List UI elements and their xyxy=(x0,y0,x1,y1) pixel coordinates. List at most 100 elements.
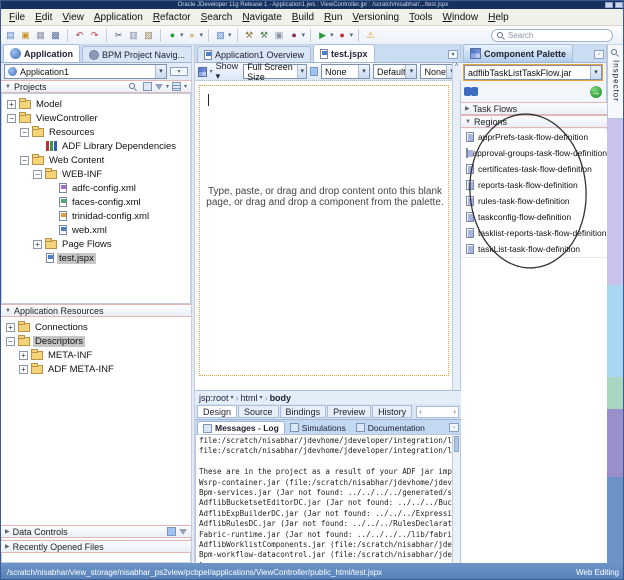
tree-row[interactable]: − Web Content xyxy=(2,153,190,167)
expand-icon[interactable]: + xyxy=(19,364,28,374)
palette-item[interactable]: certificates-task-flow-definition xyxy=(461,161,607,177)
debug-icon-dropdown[interactable]: ▾ xyxy=(350,31,354,39)
run-icon[interactable]: ▶ xyxy=(316,29,329,42)
tree-row[interactable]: test.jspx xyxy=(2,251,190,265)
palette-section-task-flows[interactable]: ▶ Task Flows xyxy=(461,102,607,115)
make-icon[interactable]: ▣ xyxy=(273,29,286,42)
application-selector-arrow-icon[interactable]: ▾ xyxy=(155,65,166,78)
tree-row[interactable]: + Page Flows xyxy=(2,237,190,251)
application-menu-button[interactable]: ▾ xyxy=(170,67,188,76)
expand-section-icon[interactable]: ▶ xyxy=(465,105,470,112)
log-tab-simulations[interactable]: Simulations xyxy=(285,421,351,434)
palette-item[interactable]: rules-task-flow-definition xyxy=(461,193,607,209)
tab-application1-overview[interactable]: Application1 Overview xyxy=(197,46,312,62)
tab-component-palette[interactable]: Component Palette xyxy=(463,44,574,62)
application-selector[interactable]: Application1 ▾ xyxy=(4,64,167,79)
forward-icon-dropdown[interactable]: ▾ xyxy=(200,31,204,39)
find-in-tree-icon[interactable] xyxy=(128,82,137,91)
run-icon-dropdown[interactable]: ▾ xyxy=(330,31,334,39)
view-tab-scrollbar[interactable]: ‹ › xyxy=(416,405,459,418)
recently-opened-files-header[interactable]: ▶ Recently Opened Files xyxy=(1,540,191,553)
breadcrumb-body[interactable]: body xyxy=(270,393,292,403)
undo-icon[interactable]: ↶ xyxy=(73,29,86,42)
application-resources-header[interactable]: ▼ Application Resources xyxy=(1,304,191,317)
view-tab-preview[interactable]: Preview xyxy=(327,405,372,418)
tree-row[interactable]: − WEB-INF xyxy=(2,167,190,181)
breadcrumb-dropdown-icon[interactable]: ▾ xyxy=(231,394,234,401)
go-to-icon-dropdown[interactable]: ▾ xyxy=(228,31,232,39)
open-folder-icon[interactable]: ▣ xyxy=(19,29,32,42)
collapse-icon[interactable]: − xyxy=(20,155,29,165)
tree-row[interactable]: − Resources xyxy=(2,125,190,139)
page-facets-dropdown-icon[interactable]: ▾ xyxy=(210,68,213,75)
style-select[interactable]: None ▾ xyxy=(320,64,370,79)
menu-build[interactable]: Build xyxy=(287,10,319,25)
palette-find-icon[interactable] xyxy=(464,87,478,96)
tree-row[interactable]: faces-config.xml xyxy=(2,195,190,209)
filter-dropdown-icon[interactable]: ▾ xyxy=(166,83,169,90)
cut-icon[interactable]: ✂ xyxy=(112,29,125,42)
expand-icon[interactable]: + xyxy=(19,350,28,360)
sort-dropdown-icon[interactable]: ▾ xyxy=(184,83,187,90)
forward-icon[interactable]: ● xyxy=(186,29,199,42)
tree-row[interactable]: + Model xyxy=(2,97,190,111)
tree-row[interactable]: − Descriptors xyxy=(1,334,191,348)
menu-run[interactable]: Run xyxy=(319,10,347,25)
palette-library-arrow-icon[interactable]: ▾ xyxy=(590,66,601,79)
expand-icon[interactable]: + xyxy=(33,239,42,249)
collapse-icon[interactable]: − xyxy=(6,336,15,346)
debug-icon[interactable]: ● xyxy=(336,29,349,42)
refresh-icon[interactable] xyxy=(167,527,176,536)
page-drop-zone[interactable]: Type, paste, or drag and drop content on… xyxy=(199,85,449,376)
menu-help[interactable]: Help xyxy=(483,10,514,25)
collapse-icon[interactable]: − xyxy=(7,113,16,123)
view-tab-history[interactable]: History xyxy=(372,405,413,418)
filter-icon[interactable] xyxy=(154,83,163,90)
tree-row[interactable]: + Connections xyxy=(1,320,191,334)
menu-file[interactable]: File xyxy=(4,10,30,25)
design-canvas[interactable]: Type, paste, or drag and drop content on… xyxy=(195,81,453,390)
menu-tools[interactable]: Tools xyxy=(404,10,437,25)
show-button[interactable]: Show ▾ xyxy=(216,61,241,82)
breadcrumb-jsp-root[interactable]: jsp:root ▾ xyxy=(199,393,234,403)
palette-item[interactable]: apprPrefs-task-flow-definition xyxy=(461,129,607,145)
warning-icon[interactable]: ⚠ xyxy=(364,29,377,42)
palette-library-select[interactable]: adflibTaskListTaskFlow.jar ▾ xyxy=(464,65,602,80)
breadcrumb-dropdown-icon[interactable]: ▾ xyxy=(260,394,263,401)
back-icon[interactable]: ● xyxy=(166,29,179,42)
screen-size-select[interactable]: Full Screen Size ▾ xyxy=(243,62,308,82)
log-vscroll-thumb[interactable] xyxy=(454,436,459,452)
breadcrumb-html[interactable]: html ▾ xyxy=(241,393,263,403)
palette-item[interactable]: reports-task-flow-definition xyxy=(461,177,607,193)
menu-view[interactable]: View xyxy=(57,10,89,25)
minimize-window-icon[interactable] xyxy=(605,2,613,8)
style-class-icon[interactable] xyxy=(310,67,318,76)
search-input[interactable]: Search xyxy=(491,29,613,42)
tree-row[interactable]: ADF Library Dependencies xyxy=(2,139,190,153)
projects-header[interactable]: ▼ Projects ▾ ▾ xyxy=(1,80,191,93)
palette-item[interactable]: taskconfig-flow-definition xyxy=(461,209,607,225)
menu-versioning[interactable]: Versioning xyxy=(347,10,404,25)
save-icon[interactable]: ▦ xyxy=(34,29,47,42)
collapse-icon[interactable]: − xyxy=(20,127,29,137)
scroll-left-icon[interactable]: ‹ xyxy=(419,407,422,416)
expand-icon[interactable]: + xyxy=(7,99,16,109)
tab-application[interactable]: Application xyxy=(3,44,80,62)
palette-item[interactable]: approval-groups-task-flow-definition xyxy=(461,145,607,161)
rebuild-icon[interactable]: ⚒ xyxy=(258,29,271,42)
tab-list-dropdown-icon[interactable]: ▾ xyxy=(448,50,458,59)
palette-section-regions[interactable]: ▼ Regions xyxy=(461,115,607,128)
editor-vertical-scrollbar[interactable]: ˄ xyxy=(452,63,460,390)
menu-navigate[interactable]: Navigate xyxy=(237,10,286,25)
sort-icon[interactable] xyxy=(171,82,181,91)
redo-icon[interactable]: ↷ xyxy=(88,29,101,42)
expand-icon[interactable]: + xyxy=(6,322,15,332)
collapse-section-icon[interactable]: ▼ xyxy=(5,308,11,314)
view-tab-bindings[interactable]: Bindings xyxy=(279,405,327,418)
skin-select[interactable]: Default ▾ xyxy=(372,64,418,79)
palette-go-icon[interactable]: → xyxy=(590,85,602,98)
scroll-right-icon[interactable]: › xyxy=(453,407,456,416)
log-tab-documentation[interactable]: Documentation xyxy=(351,421,430,434)
save-all-icon[interactable]: ▩ xyxy=(49,29,62,42)
build-icon[interactable]: ⚒ xyxy=(243,29,256,42)
